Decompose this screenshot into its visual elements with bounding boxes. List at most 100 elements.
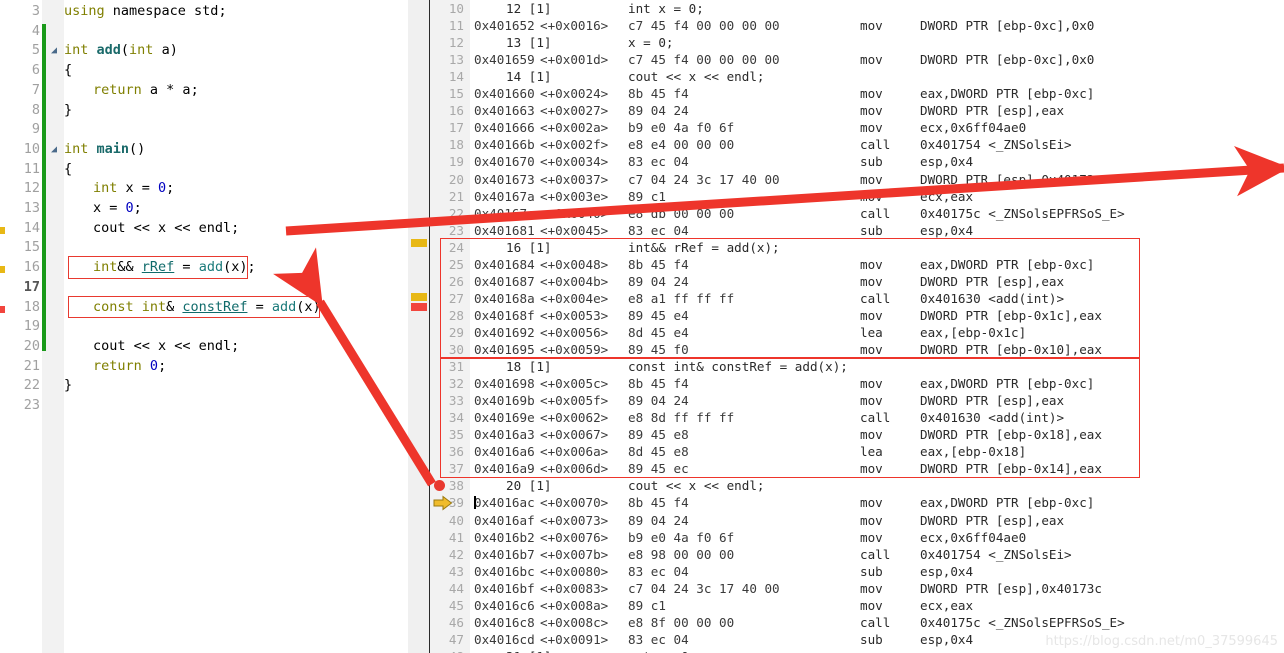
editor-code-line[interactable]: cout << x << endl; <box>93 337 239 357</box>
instruction-address: 0x401663 <box>474 103 535 119</box>
instruction-offset: <+0x008a> <box>540 597 609 613</box>
editor-code-line[interactable]: int add(int a) <box>64 41 178 61</box>
editor-code-line[interactable]: } <box>64 376 72 396</box>
disassembly-line-number: 12 <box>448 35 464 51</box>
disassembly-instruction-row[interactable]: 19 0x401670 <+0x0034> 83 ec 04 sub esp,0x4 <box>430 153 1284 170</box>
disassembly-line-number: 21 <box>448 188 464 204</box>
disassembly-instruction-row[interactable]: 30 0x401695 <+0x0059> 89 45 f0 mov DWORD PTR … <box>430 341 1284 358</box>
instruction-address: 0x401660 <box>474 86 535 102</box>
disassembly-instruction-row[interactable]: 45 0x4016c6 <+0x008a> 89 c1 mov ecx,eax <box>430 597 1284 614</box>
instruction-bytes: 83 ec 04 <box>628 222 689 238</box>
instruction-offset: <+0x0016> <box>540 18 609 34</box>
disassembly-instruction-row[interactable]: 35 0x4016a3 <+0x0067> 89 45 e8 mov DWORD PTR … <box>430 426 1284 443</box>
editor-code-line[interactable]: x = 0; <box>93 199 142 219</box>
instruction-bytes: 89 c1 <box>628 188 666 204</box>
disassembly-instruction-row[interactable]: 40 0x4016af <+0x0073> 89 04 24 mov DWORD PTR … <box>430 512 1284 529</box>
disassembly-instruction-row[interactable]: 25 0x401684 <+0x0048> 8b 45 f4 mov eax,DWORD … <box>430 256 1284 273</box>
disassembly-instruction-row[interactable]: 21 0x40167a <+0x003e> 89 c1 mov ecx,eax <box>430 188 1284 205</box>
fold-collapse-icon[interactable]: ◢ <box>48 41 60 61</box>
instruction-address: 0x40169b <box>474 393 535 409</box>
fold-collapse-icon[interactable]: ◢ <box>48 140 60 160</box>
disassembly-instruction-row[interactable]: 41 0x4016b2 <+0x0076> b9 e0 4a f0 6f mov ecx,… <box>430 529 1284 546</box>
disassembly-instruction-row[interactable]: 34 0x40169e <+0x0062> e8 8d ff ff ff call 0x4… <box>430 409 1284 426</box>
instruction-bytes: 89 45 e8 <box>628 427 689 443</box>
instruction-mnemonic: call <box>860 137 891 153</box>
editor-overview-ruler[interactable] <box>408 0 430 653</box>
instruction-bytes: 8b 45 f4 <box>628 495 689 511</box>
disassembly-line-number: 42 <box>448 546 464 562</box>
instruction-operands: ecx,0x6ff04ae0 <box>920 120 1027 136</box>
disassembly-source-row[interactable]: 24 16 [1] int&& rRef = add(x); <box>430 239 1284 256</box>
disassembly-instruction-row[interactable]: 22 0x40167c <+0x0040> e8 db 00 00 00 call 0x4… <box>430 205 1284 222</box>
disassembly-instruction-row[interactable]: 28 0x40168f <+0x0053> 89 45 e4 mov DWORD PTR … <box>430 307 1284 324</box>
disassembly-instruction-row[interactable]: 44 0x4016bf <+0x0083> c7 04 24 3c 17 40 00 m… <box>430 580 1284 597</box>
editor-code-line[interactable]: return 0; <box>93 357 166 377</box>
editor-line-number: 15 <box>23 239 40 256</box>
disassembly-instruction-row[interactable]: 33 0x40169b <+0x005f> 89 04 24 mov DWORD PTR … <box>430 392 1284 409</box>
disassembly-instruction-row[interactable]: 13 0x401659 <+0x001d> c7 45 f4 00 00 00 00 m… <box>430 51 1284 68</box>
editor-code-line[interactable]: int&& rRef = add(x); <box>93 258 256 278</box>
instruction-bytes: b9 e0 4a f0 6f <box>628 120 735 136</box>
instruction-offset: <+0x0076> <box>540 529 609 545</box>
disassembly-instruction-row[interactable]: 46 0x4016c8 <+0x008c> e8 8f 00 00 00 call 0x4… <box>430 614 1284 631</box>
disassembly-instruction-row[interactable]: 27 0x40168a <+0x004e> e8 a1 ff ff ff call 0x4… <box>430 290 1284 307</box>
instruction-operands: DWORD PTR [ebp-0xc],0x0 <box>920 18 1095 34</box>
editor-code-line[interactable]: int main() <box>64 140 145 160</box>
instruction-operands: eax,DWORD PTR [ebp-0xc] <box>920 86 1095 102</box>
editor-line-number: 19 <box>23 318 40 335</box>
editor-code-line[interactable]: const int& constRef = add(x); <box>93 298 329 318</box>
editor-code-line[interactable]: cout << x << endl; <box>93 219 239 239</box>
instruction-mnemonic: mov <box>860 18 883 34</box>
code-token: ; <box>158 357 167 374</box>
disassembly-instruction-row[interactable]: 36 0x4016a6 <+0x006a> 8d 45 e8 lea eax,[ebp-0… <box>430 443 1284 460</box>
ruler-warning-mark-1[interactable] <box>411 239 427 247</box>
disassembly-line-number: 23 <box>448 222 464 238</box>
instruction-mnemonic: call <box>860 614 891 630</box>
debugger-window: 3 using namespace std; 4 5 ◢ int add(int a) 6{… <box>0 0 1284 653</box>
disassembly-source-row[interactable]: 31 18 [1] const int& constRef = add(x); <box>430 358 1284 375</box>
ruler-warning-mark-2[interactable] <box>411 293 427 301</box>
editor-code-line[interactable]: using namespace std; <box>64 2 227 22</box>
disassembly-instruction-row[interactable]: 29 0x401692 <+0x0056> 8d 45 e4 lea eax,[ebp-0… <box>430 324 1284 341</box>
disassembly-instruction-row[interactable]: 43 0x4016bc <+0x0080> 83 ec 04 sub esp,0x4 <box>430 563 1284 580</box>
disassembly-source-row[interactable]: 14 14 [1] cout << x << endl; <box>430 68 1284 85</box>
disassembly-instruction-row[interactable]: 37 0x4016a9 <+0x006d> 89 45 ec mov DWORD PTR … <box>430 460 1284 477</box>
ruler-error-mark[interactable] <box>411 303 427 311</box>
instruction-mnemonic: sub <box>860 631 883 647</box>
instruction-address: 0x40169e <box>474 410 535 426</box>
code-token: ; <box>231 219 240 236</box>
code-token: { <box>64 160 73 177</box>
instruction-address: 0x401684 <box>474 256 535 272</box>
instruction-offset: <+0x003e> <box>540 188 609 204</box>
disassembly-instruction-row[interactable]: 18 0x40166b <+0x002f> e8 e4 00 00 00 call 0x4… <box>430 136 1284 153</box>
disassembly-instruction-row[interactable]: 17 0x401666 <+0x002a> b9 e0 4a f0 6f mov ecx,… <box>430 119 1284 136</box>
disassembly-instruction-row[interactable]: 32 0x401698 <+0x005c> 8b 45 f4 mov eax,DWORD … <box>430 375 1284 392</box>
editor-code-line[interactable]: } <box>64 101 72 121</box>
disassembly-source-row[interactable]: 12 13 [1] x = 0; <box>430 34 1284 51</box>
instruction-mnemonic: mov <box>860 393 883 409</box>
disassembly-instruction-row[interactable]: 23 0x401681 <+0x0045> 83 ec 04 sub esp,0x4 <box>430 222 1284 239</box>
code-token: 0 <box>125 200 134 216</box>
editor-code-line[interactable]: int x = 0; <box>93 179 174 199</box>
disassembly-line-number: 41 <box>448 529 464 545</box>
disassembly-instruction-row[interactable]: 11 0x401652 <+0x0016> c7 45 f4 00 00 00 00 m… <box>430 17 1284 34</box>
disassembly-instruction-row[interactable]: 42 0x4016b7 <+0x007b> e8 98 00 00 00 call 0x4… <box>430 546 1284 563</box>
editor-code-line[interactable]: return a * a; <box>93 81 199 101</box>
editor-code-line[interactable]: { <box>64 160 72 180</box>
source-code-editor[interactable]: 3 using namespace std; 4 5 ◢ int add(int a) 6{… <box>0 0 430 653</box>
instruction-offset: <+0x0083> <box>540 580 609 596</box>
disassembly-instruction-row[interactable]: 16 0x401663 <+0x0027> 89 04 24 mov DWORD PTR … <box>430 102 1284 119</box>
instruction-operands: DWORD PTR [esp],0x40173c <box>920 580 1102 596</box>
disassembly-view[interactable]: 10 12 [1] int x = 0; 11 0x401652 <+0x0016> c7 … <box>430 0 1284 653</box>
disassembly-source-row[interactable]: 10 12 [1] int x = 0; <box>430 0 1284 17</box>
disassembly-instruction-row[interactable]: 26 0x401687 <+0x004b> 89 04 24 mov DWORD PTR … <box>430 273 1284 290</box>
instruction-operands: DWORD PTR [ebp-0x18],eax <box>920 427 1102 443</box>
editor-line-number: 18 <box>23 298 40 315</box>
code-token: int <box>64 42 97 59</box>
editor-code-line[interactable]: { <box>64 61 72 81</box>
disassembly-instruction-row[interactable]: 15 0x401660 <+0x0024> 8b 45 f4 mov eax,DWORD … <box>430 85 1284 102</box>
disassembly-source-row[interactable]: 38 20 [1] cout << x << endl; <box>430 477 1284 494</box>
disassembly-instruction-row[interactable]: 20 0x401673 <+0x0037> c7 04 24 3c 17 40 00 m… <box>430 171 1284 188</box>
disassembly-instruction-row[interactable]: 39 0x4016ac <+0x0070> 8b 45 f4 mov eax,DWORD … <box>430 494 1284 511</box>
